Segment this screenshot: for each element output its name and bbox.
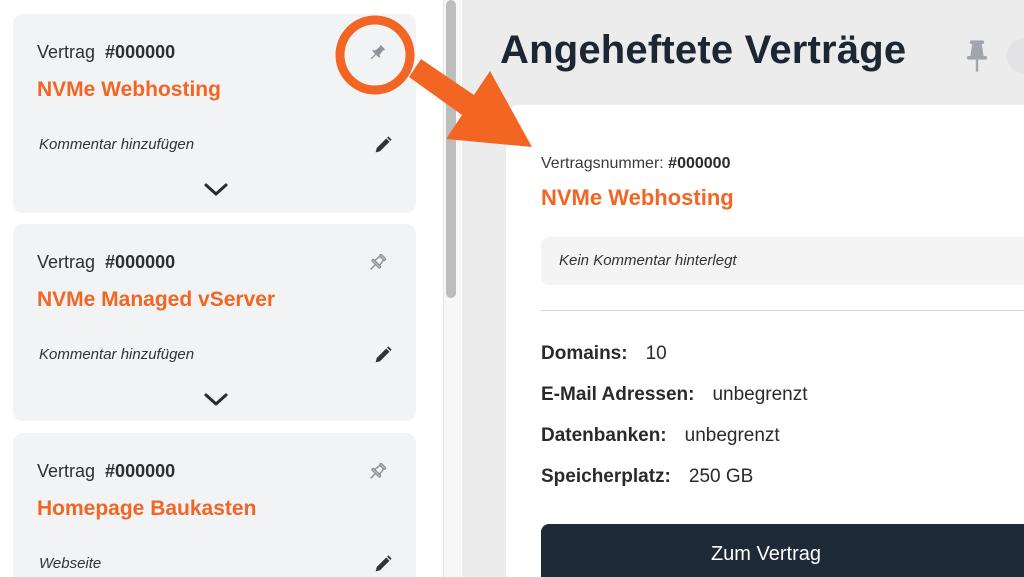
contract-header: Vertrag #000000 [37,461,175,482]
pin-outline-icon [370,462,387,479]
contract-label: Vertrag [37,461,96,481]
go-to-contract-button[interactable]: Zum Vertrag [541,524,1024,577]
page-title: Angeheftete Verträge [500,28,907,72]
contract-title[interactable]: NVMe Managed vServer [37,288,275,312]
chevron-down-icon[interactable] [201,390,231,410]
spec-key: Datenbanken: [541,425,667,446]
comment-text: Kommentar hinzufügen [39,136,195,153]
contract-header: Vertrag #000000 [37,252,175,273]
spec-key: Speicherplatz: [541,466,671,487]
pinned-panel: Angeheftete Verträge Vertragsnummer: #00… [462,0,1024,577]
contract-card: Vertrag #000000 Homepage Baukasten Websei… [13,433,416,577]
toggle-control[interactable] [1007,38,1024,74]
contract-label: Vertrag [37,252,96,272]
contract-number-label: Vertragsnummer: [541,155,664,172]
comment-box: Kein Kommentar hinterlegt [541,237,1024,285]
scrollbar-thumb[interactable] [446,0,456,298]
divider [541,310,1024,311]
contract-card: Vertrag #000000 NVMe Webhosting Kommentar… [13,14,416,213]
contract-number: #000000 [105,461,176,481]
contract-number: #000000 [668,155,731,172]
contract-title[interactable]: NVMe Webhosting [37,78,221,102]
contract-title[interactable]: Homepage Baukasten [37,497,256,521]
spec-key: E-Mail Adressen: [541,384,695,405]
contract-number: #000000 [105,42,176,62]
pinned-contract-card: Vertragsnummer: #000000 NVMe Webhosting … [506,105,1024,577]
spec-row: Datenbanken: unbegrenzt [541,425,780,447]
comment-text: Kommentar hinzufügen [39,346,195,363]
contract-header: Vertrag #000000 [37,42,175,63]
pin-filled-icon [370,45,385,60]
comment-text: Kein Kommentar hinterlegt [559,252,737,269]
contract-card: Vertrag #000000 NVMe Managed vServer Komm… [13,224,416,421]
chevron-down-icon[interactable] [201,180,231,200]
spec-key: Domains: [541,343,628,364]
pin-button[interactable] [362,38,392,68]
contract-title[interactable]: NVMe Webhosting [541,185,734,211]
comment-text: Webseite [39,555,102,572]
spec-value: unbegrenzt [712,384,808,405]
spec-row: E-Mail Adressen: unbegrenzt [541,384,808,406]
contract-list: Vertrag #000000 NVMe Webhosting Kommentar… [0,0,445,577]
spec-value: unbegrenzt [684,425,780,446]
spec-value: 250 GB [688,466,754,487]
pencil-icon[interactable] [372,134,394,156]
pin-filled-icon [966,40,988,72]
pencil-icon[interactable] [372,344,394,366]
pin-outline-icon [370,253,387,270]
spec-value: 10 [645,343,667,364]
spec-row: Domains: 10 [541,343,667,365]
spec-row: Speicherplatz: 250 GB [541,466,753,488]
pin-button[interactable] [362,457,392,487]
contract-label: Vertrag [37,42,96,62]
contract-number-line: Vertragsnummer: #000000 [541,155,730,173]
go-to-contract-label: Zum Vertrag [710,543,822,565]
contract-number: #000000 [105,252,176,272]
pin-button[interactable] [362,248,392,278]
pencil-icon[interactable] [372,553,394,575]
